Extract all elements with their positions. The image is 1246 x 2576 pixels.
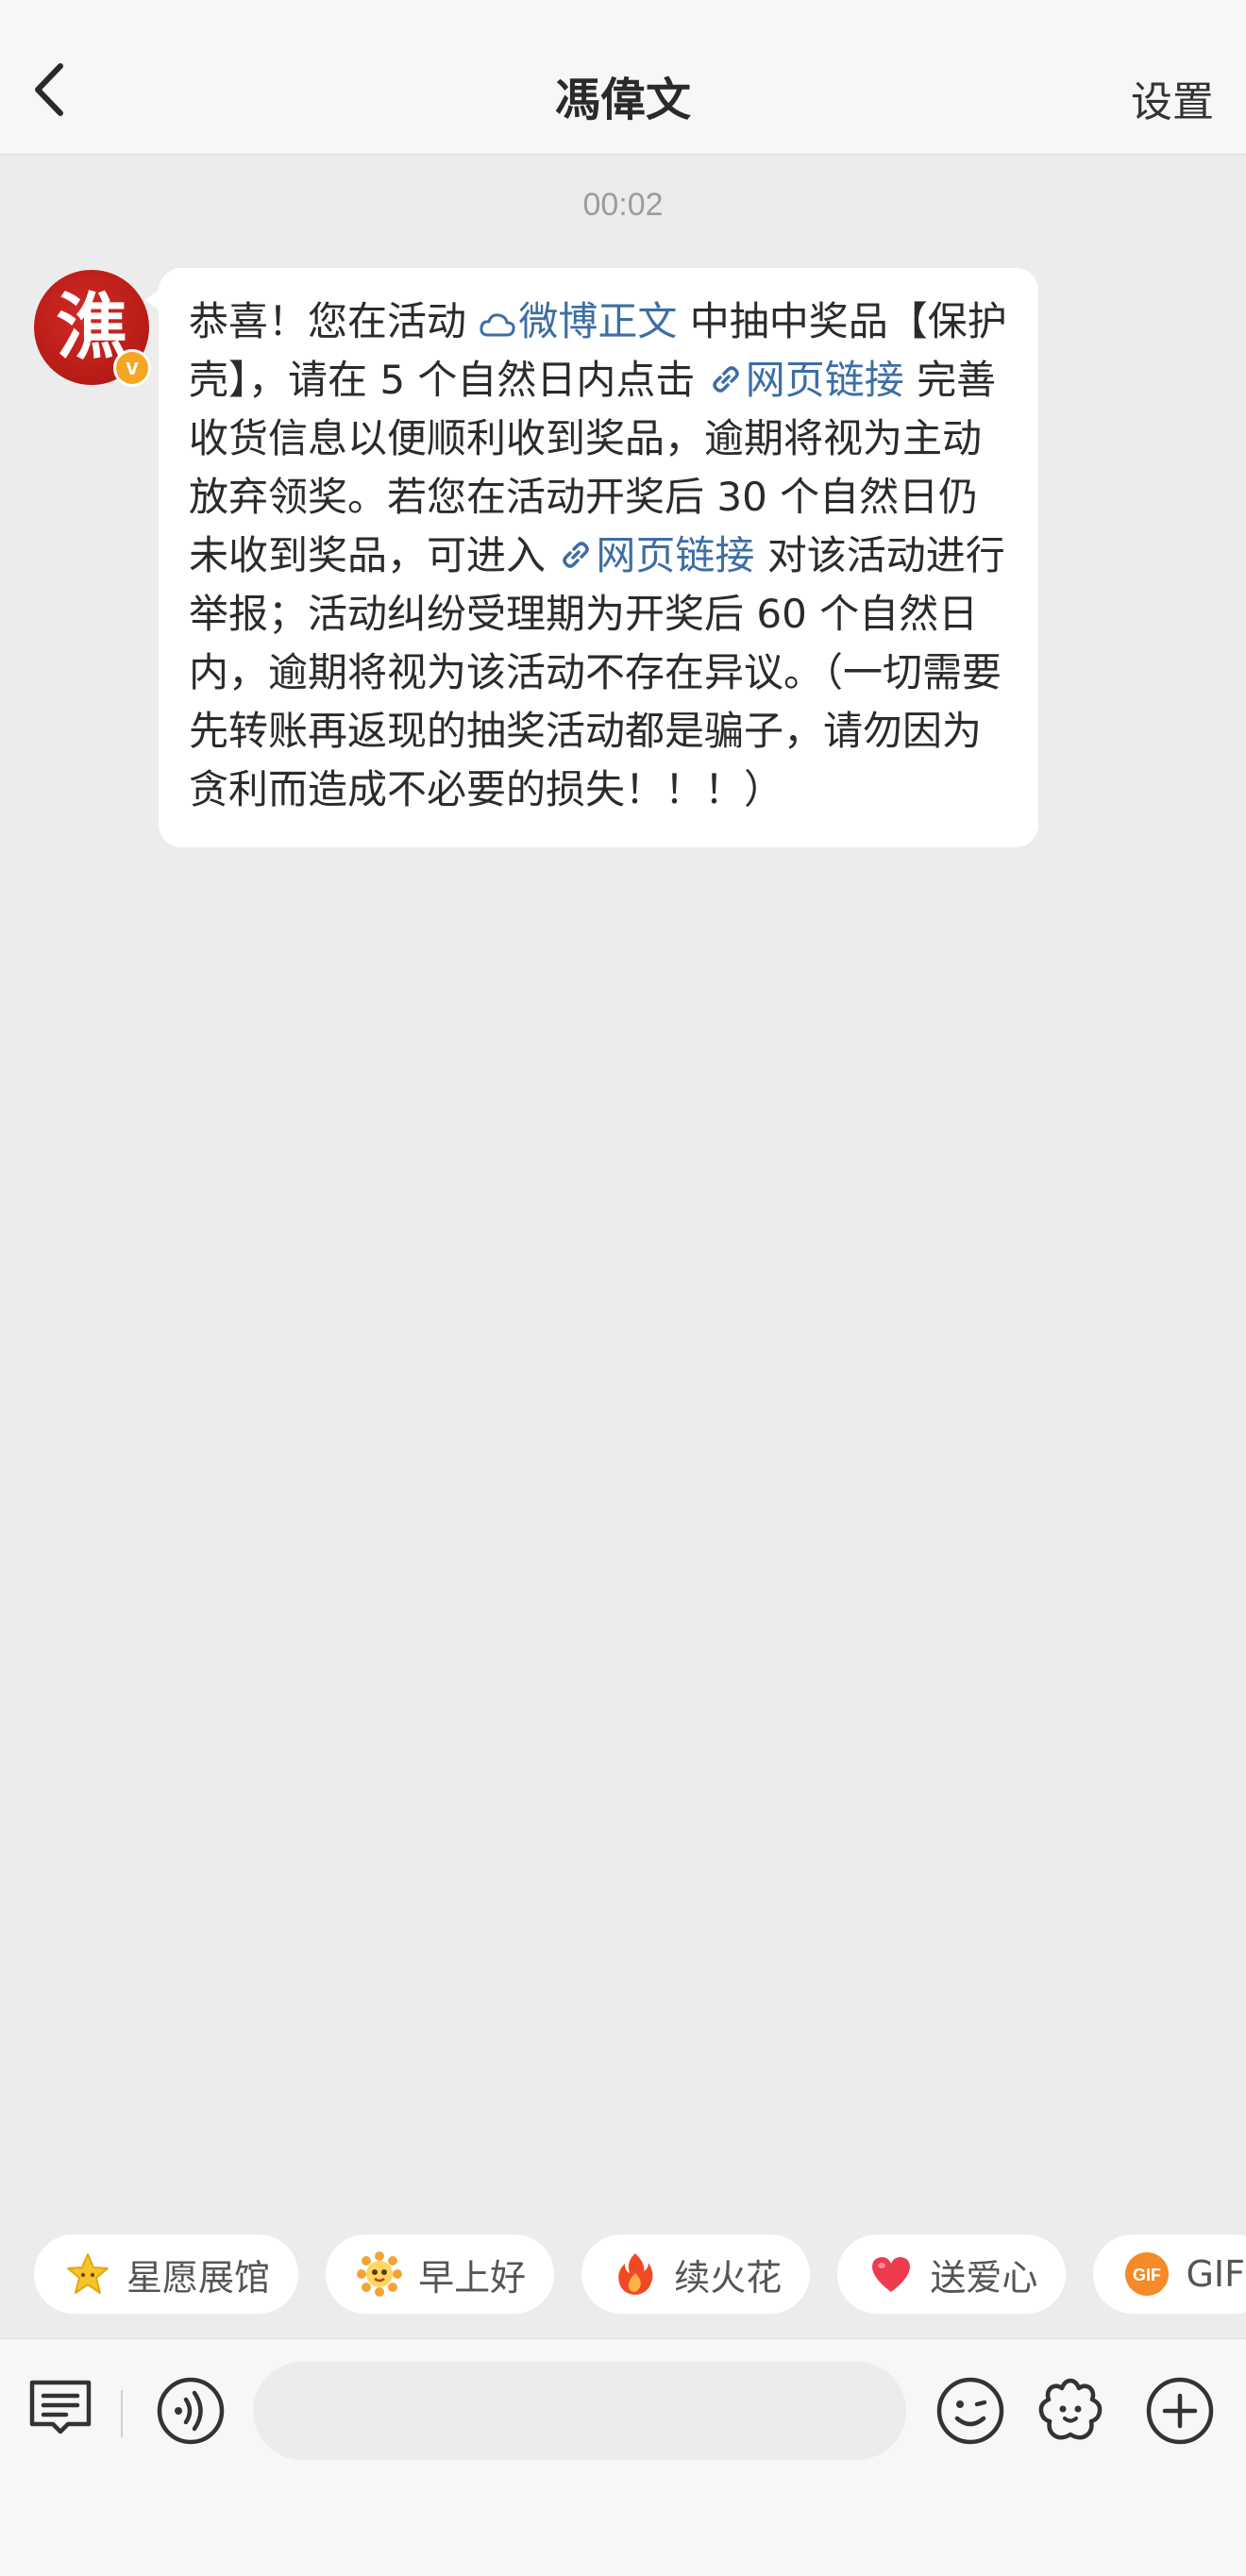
star-icon — [64, 2250, 111, 2298]
link-icon — [563, 542, 590, 568]
weibo-post-link[interactable]: 微博正文 — [479, 298, 677, 344]
input-toolbar — [0, 2338, 1246, 2576]
verified-badge-icon: v — [113, 349, 151, 387]
sticker-icon[interactable] — [1035, 2375, 1106, 2447]
message-text-1: 恭喜！您在活动 — [189, 298, 480, 344]
keyboard-menu-icon[interactable] — [26, 2375, 98, 2447]
settings-button[interactable]: 设置 — [1131, 68, 1214, 128]
avatar[interactable]: 潐 v — [34, 270, 151, 387]
emoji-icon[interactable] — [934, 2375, 1006, 2447]
gif-icon: GIF — [1123, 2250, 1170, 2298]
web-link-1[interactable]: 网页链接 — [708, 357, 904, 403]
chip-label: 星愿展馆 — [126, 2256, 271, 2299]
fire-icon — [612, 2250, 659, 2298]
message-input[interactable] — [253, 2362, 906, 2460]
message-bubble: 恭喜！您在活动 微博正文 中抽中奖品【保护壳】，请在 5 个自然日内点击 网页链… — [145, 268, 1038, 847]
heart-icon — [867, 2250, 915, 2298]
web-link-2-label: 网页链接 — [596, 532, 755, 578]
voice-icon[interactable] — [155, 2375, 227, 2447]
nav-header: 馮偉文 设置 — [0, 0, 1246, 155]
back-icon[interactable] — [26, 57, 83, 123]
cloud-icon — [480, 313, 515, 337]
bubble-tail — [145, 289, 160, 311]
weibo-post-link-label: 微博正文 — [518, 298, 678, 344]
chip-label: GIF — [1186, 2253, 1245, 2295]
quick-reply-chip[interactable]: 续火花 — [581, 2234, 811, 2314]
chip-label: 早上好 — [418, 2256, 527, 2299]
web-link-2[interactable]: 网页链接 — [558, 532, 754, 578]
web-link-1-label: 网页链接 — [745, 357, 904, 403]
toolbar-divider — [121, 2390, 123, 2437]
page-title: 馮偉文 — [554, 74, 691, 126]
chip-label: 送爱心 — [930, 2256, 1038, 2299]
quick-reply-chip[interactable]: 早上好 — [326, 2234, 555, 2314]
svg-text:GIF: GIF — [1133, 2266, 1161, 2284]
sun-face-icon — [356, 2250, 403, 2298]
quick-reply-chip[interactable]: GIF GIF — [1093, 2234, 1246, 2314]
quick-reply-chip[interactable]: 星愿展馆 — [34, 2234, 299, 2314]
quick-reply-bar: 星愿展馆 早上好 续火花 送爱心 GIF GIF — [34, 2234, 1246, 2314]
link-icon — [713, 366, 739, 393]
chip-label: 续火花 — [674, 2256, 783, 2299]
message-timestamp: 00:02 — [582, 187, 664, 223]
quick-reply-chip[interactable]: 送爱心 — [837, 2234, 1067, 2314]
add-icon[interactable] — [1144, 2375, 1216, 2447]
